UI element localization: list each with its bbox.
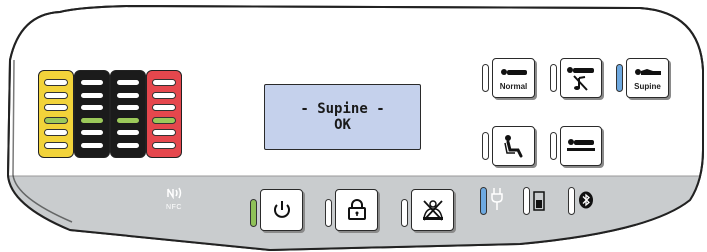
nfc-icon: [167, 187, 182, 200]
level-segment: [116, 79, 140, 87]
level-segment: [116, 104, 140, 112]
normal-indicator: [482, 64, 489, 92]
person-lying-supine-icon: [634, 68, 661, 75]
lock-indicator: [325, 199, 332, 227]
normal-mode-label: Normal: [499, 81, 528, 91]
lock-icon: [347, 199, 366, 220]
flat-bed-button[interactable]: [560, 126, 602, 166]
level-segment: [80, 141, 104, 149]
bluetooth-icon: [579, 191, 593, 209]
supine-mode-button[interactable]: Supine: [626, 58, 669, 98]
level-segment: [80, 129, 104, 137]
level-segment: [152, 91, 176, 99]
level-column-black-2: [110, 70, 146, 158]
alarm-mute-button[interactable]: [411, 189, 454, 231]
lcd-display: - Supine - OK: [264, 84, 421, 150]
level-segment: [44, 91, 68, 99]
sitting-indicator: [482, 132, 489, 160]
lcd-line-2: OK: [334, 117, 351, 133]
supine-mode-label: Supine: [634, 81, 661, 91]
level-segment: [44, 79, 68, 87]
level-segment: [80, 104, 104, 112]
supine-indicator: [616, 64, 623, 92]
sitting-position-button[interactable]: [492, 126, 535, 166]
power-indicator: [250, 199, 257, 227]
alarm-mute-icon: [422, 200, 443, 221]
level-segment: [80, 91, 104, 99]
nfc-area: NFC: [162, 186, 186, 211]
power-button[interactable]: [260, 189, 303, 231]
level-segment-lit: [80, 116, 104, 124]
level-segment: [152, 79, 176, 87]
level-column-red: [146, 70, 182, 158]
level-segment-lit: [44, 116, 68, 124]
level-segment: [44, 141, 68, 149]
quiet-mode-button[interactable]: [560, 58, 602, 98]
level-segment: [152, 129, 176, 137]
mains-power-indicator: [480, 187, 487, 215]
level-segment: [80, 79, 104, 87]
level-segment: [152, 104, 176, 112]
person-sitting-icon: [503, 135, 522, 158]
battery-indicator: [523, 187, 530, 215]
battery-icon: [533, 191, 545, 211]
flat-indicator: [550, 132, 557, 160]
normal-mode-button[interactable]: Normal: [492, 58, 535, 98]
lock-button[interactable]: [335, 189, 378, 231]
level-segment: [116, 91, 140, 99]
level-segment: [116, 129, 140, 137]
level-segment: [44, 129, 68, 137]
bluetooth-indicator: [568, 187, 575, 215]
sound-off-indicator: [550, 64, 557, 92]
level-segment: [152, 141, 176, 149]
level-column-yellow: [38, 70, 74, 158]
level-segment: [44, 104, 68, 112]
level-column-black-1: [74, 70, 110, 158]
level-segment: [116, 141, 140, 149]
plug-icon: [491, 188, 503, 210]
bed-flat-icon: [567, 139, 595, 151]
level-segment-lit: [116, 116, 140, 124]
lcd-line-1: - Supine -: [300, 101, 385, 117]
person-lying-icon: [500, 68, 527, 75]
person-lying-mute-icon: [567, 67, 594, 91]
nfc-label: NFC: [166, 204, 182, 211]
power-icon: [273, 201, 290, 218]
level-segment-lit: [152, 116, 176, 124]
alarm-indicator: [401, 199, 408, 227]
